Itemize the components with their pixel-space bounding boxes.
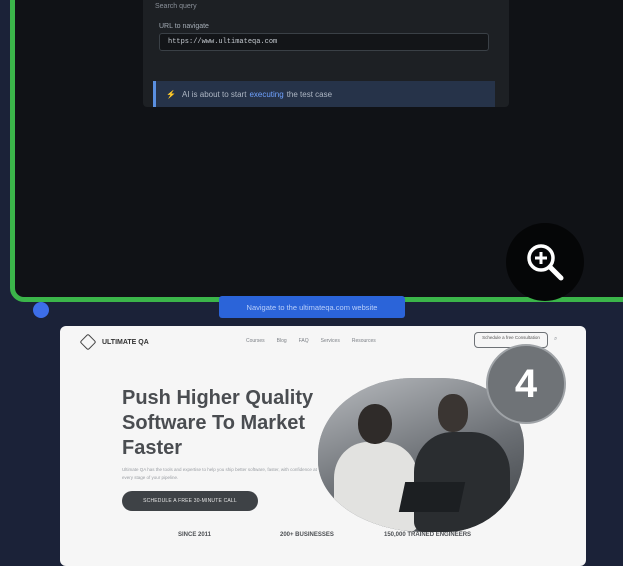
- search-icon[interactable]: ⌕: [554, 336, 557, 343]
- zoom-in-icon: [527, 244, 564, 281]
- status-message: ⚡ AI is about to start executing the tes…: [153, 81, 495, 107]
- zoom-button[interactable]: [506, 223, 584, 301]
- stat-item: 150,000 TRAINED ENGINEERS: [384, 532, 472, 538]
- nav-link[interactable]: Courses: [246, 338, 265, 344]
- person-figure: [358, 404, 392, 444]
- info-icon[interactable]: [33, 302, 49, 318]
- hero-subtitle: Ultimate QA has the tools and expertise …: [122, 467, 317, 480]
- hero-title: Push Higher Quality Software To Market F…: [122, 387, 314, 459]
- navigate-action-button[interactable]: Navigate to the ultimateqa.com website: [219, 296, 405, 318]
- site-nav: Courses Blog FAQ Services Resources: [246, 338, 376, 344]
- nav-link[interactable]: Blog: [277, 338, 287, 344]
- site-logo-text: ULTIMATE QA: [102, 338, 149, 346]
- nav-link[interactable]: Services: [321, 338, 340, 344]
- url-label: URL to navigate: [159, 23, 209, 30]
- status-suffix: the test case: [286, 89, 333, 99]
- logo-icon: [79, 333, 97, 351]
- stat-item: 200+ BUSINESSES: [280, 532, 334, 538]
- status-prefix: AI is about to start: [181, 89, 247, 99]
- url-field[interactable]: https://www.ultimateqa.com: [159, 33, 489, 51]
- laptop-figure: [398, 482, 466, 512]
- person-figure: [438, 394, 468, 432]
- site-logo[interactable]: ULTIMATE QA: [79, 333, 149, 351]
- step-details-panel: Search query URL to navigate https://www…: [143, 0, 509, 107]
- hero-cta-button[interactable]: SCHEDULE A FREE 30-MINUTE CALL: [122, 491, 258, 511]
- nav-link[interactable]: Resources: [352, 338, 376, 344]
- lightning-icon: ⚡: [166, 89, 176, 99]
- status-highlight: executing: [249, 89, 284, 99]
- stat-item: SINCE 2011: [178, 532, 212, 538]
- step-number-badge: 4: [486, 344, 566, 424]
- panel-heading: Search query: [155, 3, 197, 10]
- nav-link[interactable]: FAQ: [299, 338, 309, 344]
